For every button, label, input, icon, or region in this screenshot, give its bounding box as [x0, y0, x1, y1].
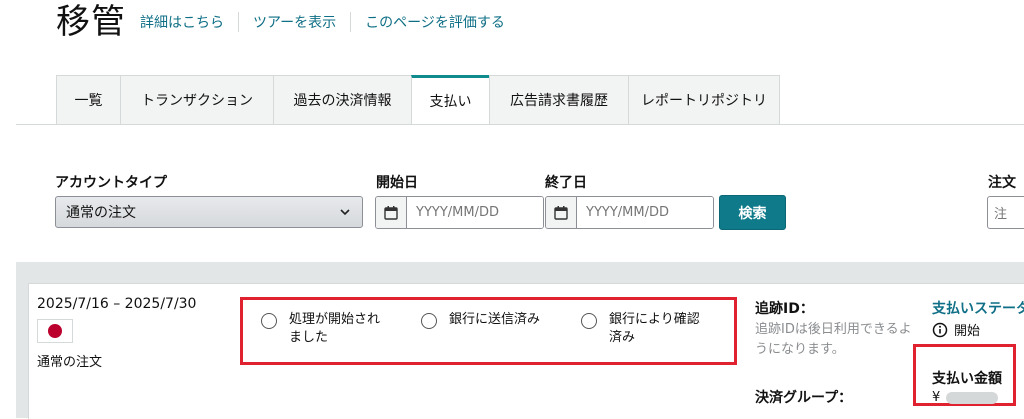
- status-confirmed-by-bank[interactable]: 銀行により確認 済み: [581, 311, 700, 347]
- tab-label: レポートリポジトリ: [641, 93, 767, 109]
- calendar-icon[interactable]: [546, 197, 577, 228]
- tab-payments[interactable]: 支払い: [411, 75, 489, 125]
- tab-label: 過去の決済情報: [293, 93, 392, 109]
- end-date-label: 終了日: [545, 175, 587, 191]
- page-title: 移管: [56, 2, 126, 42]
- tab-transactions[interactable]: トランザクション: [120, 75, 273, 125]
- search-button[interactable]: 検索: [719, 195, 786, 230]
- end-date-input[interactable]: [577, 197, 713, 228]
- japan-flag-icon: [37, 319, 73, 343]
- amount-redacted: [946, 391, 999, 404]
- show-tour-link[interactable]: ツアーを表示: [253, 12, 336, 32]
- info-icon[interactable]: [932, 322, 948, 338]
- tab-divider: [16, 124, 1024, 125]
- status-sent-to-bank[interactable]: 銀行に送信済み: [421, 311, 540, 329]
- tab-label: 一覧: [74, 93, 103, 109]
- header-divider: [238, 12, 239, 32]
- payment-period: 2025/7/16 – 2025/7/30: [37, 296, 197, 312]
- payment-amount-label: 支払い金額: [932, 371, 1002, 387]
- header-divider: [350, 12, 352, 32]
- order-filter-input[interactable]: 注: [987, 196, 1024, 229]
- tab-label: 支払い: [429, 94, 472, 110]
- currency-symbol: ¥: [932, 390, 941, 405]
- tab-bar: 一覧 トランザクション 過去の決済情報 支払い 広告請求書履歴 レポートリポジト…: [56, 75, 780, 125]
- radio-icon: [261, 313, 277, 329]
- tab-label: 広告請求書履歴: [510, 93, 608, 109]
- payment-amount-value: ¥: [932, 390, 999, 405]
- tracking-id-note: 追跡IDは後日利用できるようになります。: [755, 322, 912, 357]
- start-date-input[interactable]: [407, 197, 543, 228]
- payment-status-text: 開始: [954, 324, 981, 339]
- payment-status-link[interactable]: 支払いステータス: [932, 298, 1024, 318]
- start-date-field: [375, 196, 544, 229]
- tab-label: トランザクション: [141, 93, 253, 109]
- status-label: 処理が開始され ました: [289, 312, 381, 345]
- status-label: 銀行により確認 済み: [609, 312, 700, 345]
- order-filter-label: 注文: [988, 175, 1016, 191]
- account-type-value: 通常の注文: [66, 205, 136, 221]
- status-label: 銀行に送信済み: [449, 312, 541, 327]
- radio-icon: [421, 313, 437, 329]
- chevron-down-icon: [340, 209, 350, 216]
- account-type-select[interactable]: 通常の注文: [55, 196, 363, 228]
- tab-past-settlements[interactable]: 過去の決済情報: [273, 75, 411, 125]
- payment-status-value: 開始: [932, 320, 980, 339]
- status-processing-started[interactable]: 処理が開始され ました: [261, 311, 380, 347]
- learn-more-link[interactable]: 詳細はこちら: [140, 12, 224, 32]
- start-date-label: 開始日: [376, 175, 418, 191]
- tab-report-repository[interactable]: レポートリポジトリ: [628, 75, 780, 125]
- account-type-label: アカウントタイプ: [55, 175, 167, 191]
- rate-page-link[interactable]: このページを評価する: [365, 12, 505, 32]
- payment-account-type: 通常の注文: [37, 355, 103, 370]
- calendar-icon[interactable]: [376, 197, 407, 228]
- page-header: 移管 詳細はこちら ツアーを表示 このページを評価する: [56, 0, 505, 44]
- settlement-group-label: 決済グループ：: [755, 390, 853, 406]
- tab-overview[interactable]: 一覧: [56, 75, 120, 125]
- tracking-id-label: 追跡ID：: [755, 301, 814, 317]
- tab-ad-invoice-history[interactable]: 広告請求書履歴: [489, 75, 628, 125]
- end-date-field: [545, 196, 714, 229]
- radio-icon: [581, 313, 597, 329]
